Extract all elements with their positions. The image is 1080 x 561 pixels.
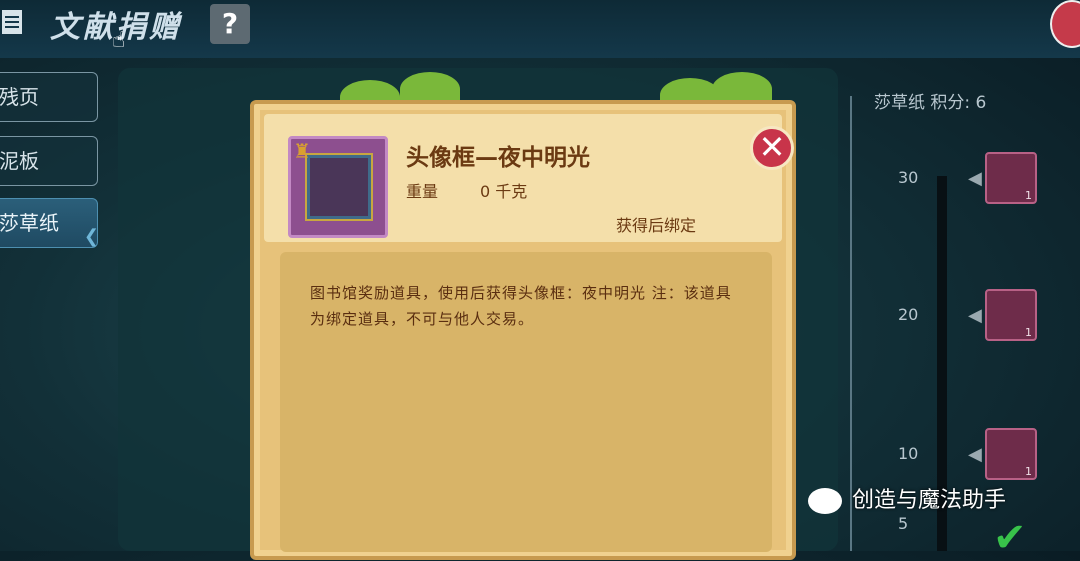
- reward-count: 1: [1025, 189, 1032, 202]
- tick-label: 30: [898, 168, 919, 187]
- tab-label: 莎草纸: [0, 211, 59, 235]
- tab-papyrus[interactable]: 莎草纸 ❮: [0, 198, 99, 248]
- item-icon-frame: ♜: [288, 136, 388, 238]
- item-name: 头像框—夜中明光: [406, 145, 590, 171]
- avatar-frame-icon: [307, 155, 371, 219]
- help-button[interactable]: ?: [210, 4, 250, 44]
- close-button[interactable]: ✕: [750, 126, 794, 170]
- bind-status: 获得后绑定: [616, 216, 697, 235]
- tick-label: 5: [898, 514, 909, 533]
- reward-count: 1: [1025, 465, 1032, 478]
- chevron-left-icon: ❮: [83, 226, 99, 247]
- reward-slot-10[interactable]: 1: [985, 428, 1037, 480]
- reward-slot-30[interactable]: 1: [985, 152, 1037, 204]
- book-icon: [2, 10, 22, 34]
- item-description: 图书馆奖励道具，使用后获得头像框：夜中明光 注：该道具为绑定道具，不可与他人交易…: [310, 284, 732, 328]
- wechat-icon: [808, 488, 842, 514]
- reward-count: 1: [1025, 326, 1032, 339]
- header-bar: 文献捐赠 ? ☝: [0, 0, 1080, 58]
- tab-fragments[interactable]: 残页: [0, 72, 98, 122]
- tab-clay-tablet[interactable]: 泥板: [0, 136, 98, 186]
- window-close-button[interactable]: [1050, 0, 1080, 48]
- weight-label: 重量: [406, 182, 439, 201]
- tick-label: 10: [898, 444, 919, 463]
- tab-label: 残页: [0, 85, 39, 109]
- arrow-left-icon: ◀: [968, 305, 982, 326]
- score-label: 莎草纸 积分: 6: [874, 93, 987, 113]
- checkmark-icon: ✔: [993, 515, 1027, 561]
- weight-value: 0 千克: [480, 182, 528, 201]
- reward-slot-20[interactable]: 1: [985, 289, 1037, 341]
- pointer-hand-icon: ☝: [112, 28, 126, 53]
- arrow-left-icon: ◀: [968, 168, 982, 189]
- tab-label: 泥板: [0, 149, 39, 173]
- lantern-icon: ♜: [293, 139, 311, 163]
- item-detail-popup: ♜ 头像框—夜中明光 重量 0 千克 获得后绑定 ✕ 图书馆奖励道具，使用后获得…: [250, 100, 796, 560]
- watermark-text: 创造与魔法助手: [852, 488, 1007, 513]
- tick-label: 20: [898, 305, 919, 324]
- watermark: 创造与魔法助手: [808, 482, 1006, 514]
- description-box: 图书馆奖励道具，使用后获得头像框：夜中明光 注：该道具为绑定道具，不可与他人交易…: [280, 252, 772, 552]
- item-header: ♜ 头像框—夜中明光 重量 0 千克 获得后绑定 ✕: [264, 114, 794, 242]
- arrow-left-icon: ◀: [968, 444, 982, 465]
